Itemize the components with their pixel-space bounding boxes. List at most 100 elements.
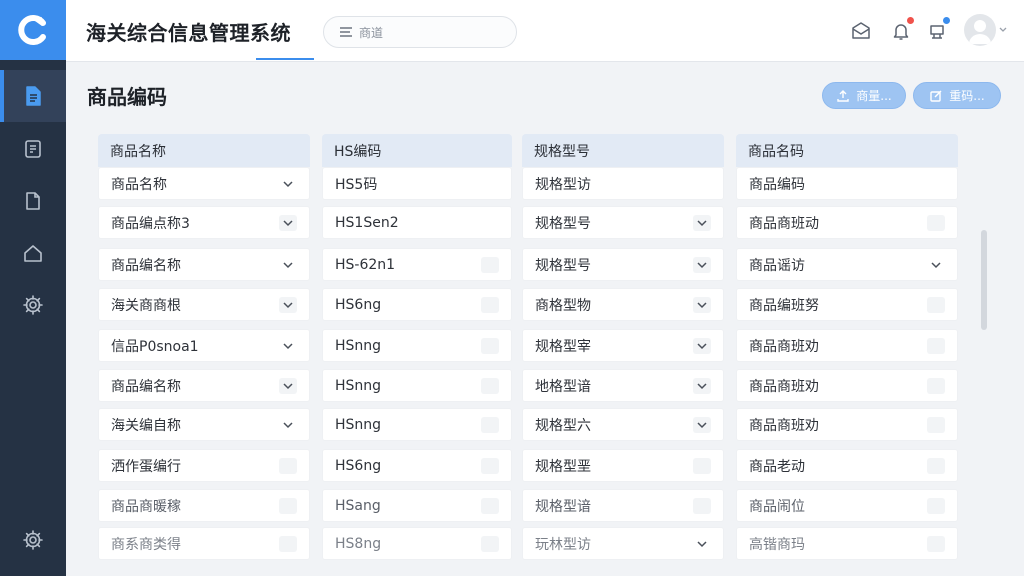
select-box[interactable] (927, 458, 945, 474)
avatar[interactable] (964, 14, 996, 46)
dropdown-toggle[interactable] (279, 257, 297, 273)
table-cell[interactable]: HSnng (322, 369, 512, 402)
dropdown-toggle[interactable] (693, 297, 711, 313)
table-cell[interactable]: 高锴商玛 (736, 527, 958, 560)
scrollbar[interactable] (981, 230, 987, 330)
select-box[interactable] (693, 498, 711, 514)
table-cell[interactable]: 商品编名称 (98, 369, 310, 402)
table-cell[interactable]: 海关编自称 (98, 408, 310, 441)
table-cell[interactable]: 商品商班劝 (736, 369, 958, 402)
search-input[interactable]: 商道 (323, 16, 517, 48)
dropdown-toggle[interactable] (693, 417, 711, 433)
select-box[interactable] (693, 458, 711, 474)
table-cell[interactable]: 商格型物 (522, 288, 724, 321)
logo-c-icon (18, 15, 46, 45)
table-cell[interactable]: HS-62n1 (322, 248, 512, 281)
table-cell[interactable]: 地格型谙 (522, 369, 724, 402)
primary-action-button[interactable]: 商量... (822, 82, 906, 109)
table-cell[interactable]: HSnng (322, 408, 512, 441)
table-cell[interactable]: 商品老动 (736, 449, 958, 482)
dropdown-toggle[interactable] (279, 378, 297, 394)
table-cell[interactable]: 规格型六 (522, 408, 724, 441)
cell-text: 商品编名称 (111, 257, 181, 274)
table-cell[interactable]: HS8ng (322, 527, 512, 560)
notification-button[interactable] (889, 16, 915, 43)
select-box[interactable] (481, 498, 499, 514)
cell-text: 海关编自称 (111, 417, 181, 434)
select-box[interactable] (481, 536, 499, 552)
dropdown-toggle[interactable] (693, 378, 711, 394)
cell-text: 规格型号 (535, 215, 591, 232)
table-cell[interactable]: 洒作蛋编行 (98, 449, 310, 482)
table-cell[interactable]: 商品谣访 (736, 248, 958, 281)
table-cell[interactable]: 商品闹位 (736, 489, 958, 522)
table-cell[interactable]: HS6ng (322, 288, 512, 321)
select-box[interactable] (927, 338, 945, 354)
table-cell[interactable]: 玩林型访 (522, 527, 724, 560)
table-cell[interactable]: HSnng (322, 329, 512, 362)
chevron-down-icon (283, 219, 293, 226)
select-box[interactable] (481, 378, 499, 394)
column-3: 规格型号 (522, 134, 724, 167)
chevron-down-icon (697, 261, 707, 268)
select-box[interactable] (481, 458, 499, 474)
table-cell[interactable]: 规格型谙 (522, 489, 724, 522)
table-cell[interactable]: HSang (322, 489, 512, 522)
app-logo[interactable] (0, 0, 66, 60)
table-cell[interactable]: 商品商班劝 (736, 408, 958, 441)
chevron-down-icon[interactable] (999, 27, 1007, 33)
dropdown-toggle[interactable] (279, 215, 297, 231)
select-box[interactable] (279, 498, 297, 514)
select-box[interactable] (927, 417, 945, 433)
table-cell[interactable]: 商品商班动 (736, 206, 958, 239)
secondary-action-button[interactable]: 重码... (913, 82, 1001, 109)
select-box[interactable] (279, 458, 297, 474)
table-cell[interactable]: 商品名称 (98, 167, 310, 200)
table-cell[interactable]: 商品编班努 (736, 288, 958, 321)
select-box[interactable] (927, 536, 945, 552)
select-box[interactable] (927, 498, 945, 514)
table-cell[interactable]: HS6ng (322, 449, 512, 482)
table-cell[interactable]: 规格型号 (522, 206, 724, 239)
menu-lines-icon (340, 27, 352, 37)
table-cell[interactable]: 规格型号 (522, 248, 724, 281)
dropdown-toggle[interactable] (279, 297, 297, 313)
nav-item-documents[interactable] (0, 70, 66, 122)
select-box[interactable] (481, 338, 499, 354)
cell-text: 商格型物 (535, 297, 591, 314)
nav-item-reports[interactable] (0, 123, 66, 175)
cell-text: 地格型谙 (535, 378, 591, 395)
table-cell[interactable]: 商品编点称3 (98, 206, 310, 239)
table-cell[interactable]: 规格型垩 (522, 449, 724, 482)
mail-button[interactable] (849, 19, 873, 43)
table-cell[interactable]: 商品商暖稼 (98, 489, 310, 522)
dropdown-toggle[interactable] (693, 338, 711, 354)
nav-item-files[interactable] (0, 175, 66, 227)
dropdown-toggle[interactable] (279, 417, 297, 433)
select-box[interactable] (481, 297, 499, 313)
dropdown-toggle[interactable] (693, 257, 711, 273)
table-cell[interactable]: 规格型宰 (522, 329, 724, 362)
dropdown-toggle[interactable] (279, 176, 297, 192)
table-cell[interactable]: 海关商商根 (98, 288, 310, 321)
select-box[interactable] (481, 417, 499, 433)
select-box[interactable] (927, 215, 945, 231)
select-box[interactable] (279, 536, 297, 552)
nav-item-system-settings[interactable] (0, 514, 66, 566)
dropdown-toggle[interactable] (927, 257, 945, 273)
alert-button[interactable] (925, 16, 951, 43)
select-box[interactable] (927, 297, 945, 313)
dropdown-toggle[interactable] (693, 215, 711, 231)
nav-item-home[interactable] (0, 227, 66, 279)
table-cell[interactable]: 商品编名称 (98, 248, 310, 281)
select-box[interactable] (481, 257, 499, 273)
dropdown-toggle[interactable] (279, 338, 297, 354)
select-box[interactable] (927, 378, 945, 394)
table-cell[interactable]: 商系商类得 (98, 527, 310, 560)
table-cell[interactable]: 信品Р0snoa1 (98, 329, 310, 362)
gear-icon (23, 295, 43, 315)
table-cell[interactable]: 商品商班劝 (736, 329, 958, 362)
dropdown-toggle[interactable] (693, 536, 711, 552)
nav-item-settings[interactable] (0, 279, 66, 331)
page-title: 商品编码 (87, 85, 167, 109)
